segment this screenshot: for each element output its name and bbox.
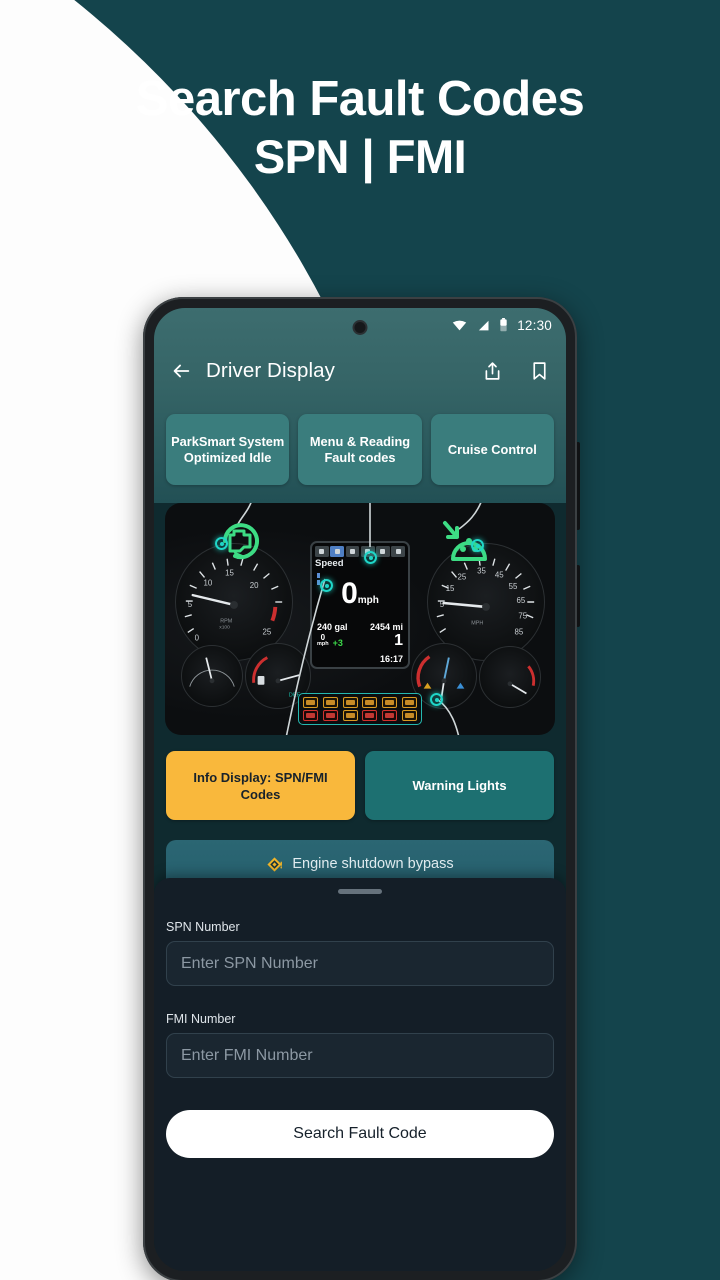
lamp-seatbelt-icon [303,710,318,721]
idu-gear: 1 [394,632,403,649]
fmi-field-group: FMI Number [166,1012,554,1078]
status-bar-clock: 12:30 [517,317,552,333]
idu-icon-truck [345,546,360,557]
oil-temp-gauge [479,646,541,708]
lamp-coolant-icon [322,697,338,708]
phone-screen: 12:30 Driver Display ParkSmart System Op… [154,308,566,1271]
idu-trip-row: 240 gal 2454 mi [315,622,405,632]
svg-text:RPM: RPM [220,619,232,625]
warning-lights-button[interactable]: Warning Lights [365,751,554,820]
svg-text:5: 5 [188,600,193,609]
svg-text:15: 15 [446,584,455,593]
idu-speed-unit: mph [357,595,379,606]
idu-odometer: 2454 mi [369,622,403,632]
svg-text:65: 65 [516,596,525,605]
chip-parksmart[interactable]: ParkSmart System Optimized Idle [166,414,290,485]
svg-text:25: 25 [457,572,466,581]
search-bottom-sheet: SPN Number FMI Number Search Fault Code [154,878,566,1271]
svg-text:x100: x100 [219,625,230,631]
lamp-stop-engine-icon [322,710,338,721]
svg-text:20: 20 [250,581,259,590]
phone-mockup: 12:30 Driver Display ParkSmart System Op… [143,297,580,1280]
svg-text:15: 15 [225,568,234,577]
idu-mode-label: Speed [315,558,344,569]
lamp-fuel-filter-icon [401,710,417,721]
marker-cruise-control[interactable] [471,539,484,552]
back-arrow-icon[interactable] [170,360,192,382]
chip-menu-faults[interactable]: Menu & Reading Fault codes [298,414,422,485]
svg-text:85: 85 [515,627,524,636]
marker-info-display[interactable] [364,551,377,564]
lamp-def-icon [401,697,417,708]
svg-text:5: 5 [440,600,445,609]
search-fault-code-button[interactable]: Search Fault Code [166,1110,554,1158]
title-line-2: SPN | FMI [253,130,467,183]
share-icon[interactable] [482,360,503,382]
info-display-button[interactable]: Info Display: SPN/FMI Codes [166,751,355,820]
aux-gauge-left-outer [181,645,243,707]
svg-text:10: 10 [204,578,213,587]
svg-text:0: 0 [195,633,200,642]
phone-power-button[interactable] [576,565,580,627]
idu-icon-gear [391,546,405,557]
idu-clock: 16:17 [379,654,403,664]
app-bar: Driver Display [154,342,566,400]
marker-idu-secondary[interactable] [320,579,333,592]
lamp-brake-icon [382,710,398,721]
action-button-row: Info Display: SPN/FMI Codes Warning Ligh… [154,735,566,820]
lamp-battery-icon [362,710,378,721]
spn-label: SPN Number [166,920,240,934]
feature-chip-row: ParkSmart System Optimized Idle Menu & R… [154,400,566,503]
idu-fuel: 240 gal [317,622,348,632]
idu-icon-row [315,546,405,557]
dashboard-illustration: 05 10 15 20 25 RPM x100 5 15 25 35 45 55… [165,503,555,735]
fmi-input[interactable] [166,1033,554,1078]
warning-lamp-row-bottom [303,710,417,721]
idu-speed-value: 0 [341,577,358,610]
marker-engine-reset[interactable] [215,537,228,550]
bypass-label: Engine shutdown bypass [292,856,454,872]
lamp-abs-icon [342,710,358,721]
sheet-drag-handle[interactable] [338,889,382,894]
lamp-engine-icon [303,697,318,708]
battery-icon [500,318,507,332]
svg-text:75: 75 [518,612,527,621]
page-title: Search Fault Codes SPN | FMI [0,70,720,186]
wifi-icon [452,320,467,330]
idu-icon-settings [315,546,329,557]
svg-text:45: 45 [495,570,504,579]
svg-text:25: 25 [263,627,272,636]
spn-input[interactable] [166,941,554,986]
svg-text:35: 35 [477,566,486,575]
front-camera-punchhole [352,320,368,335]
screen-title: Driver Display [206,359,335,382]
idu-icon-media [376,546,390,557]
bookmark-icon[interactable] [529,360,550,382]
warning-lamp-strip [298,693,422,725]
info-display-unit: Speed 0mph 240 gal 2454 mi 0 mph +3 1 16… [310,541,410,669]
lamp-dpf-icon [342,697,358,708]
phone-volume-button[interactable] [576,442,580,530]
idu-cruise-row: 0 mph +3 1 [315,632,405,649]
lamp-oil-icon [362,697,378,708]
svg-text:MPH: MPH [471,621,483,627]
app-top-section: 12:30 Driver Display ParkSmart System Op… [154,308,566,503]
lamp-water-icon [382,697,398,708]
idu-icon-speed-selected [330,546,344,557]
cellular-signal-icon [479,320,489,330]
warning-diamond-icon [267,856,283,872]
idu-offset: +3 [332,638,343,648]
fmi-label: FMI Number [166,1012,236,1026]
warning-lamp-row-top [303,697,417,708]
chip-cruise-control[interactable]: Cruise Control [430,414,554,485]
status-bar: 12:30 [154,308,566,342]
marker-warning-lights[interactable] [430,693,443,706]
screenshot-canvas: Search Fault Codes SPN | FMI 12:30 Drive… [0,0,720,1280]
svg-text:55: 55 [509,582,518,591]
idu-cruise-value: 0 mph [317,633,329,648]
cruise-gauge-icon [443,521,487,561]
spn-field-group: SPN Number [166,920,554,986]
title-line-1: Search Fault Codes [135,72,585,126]
